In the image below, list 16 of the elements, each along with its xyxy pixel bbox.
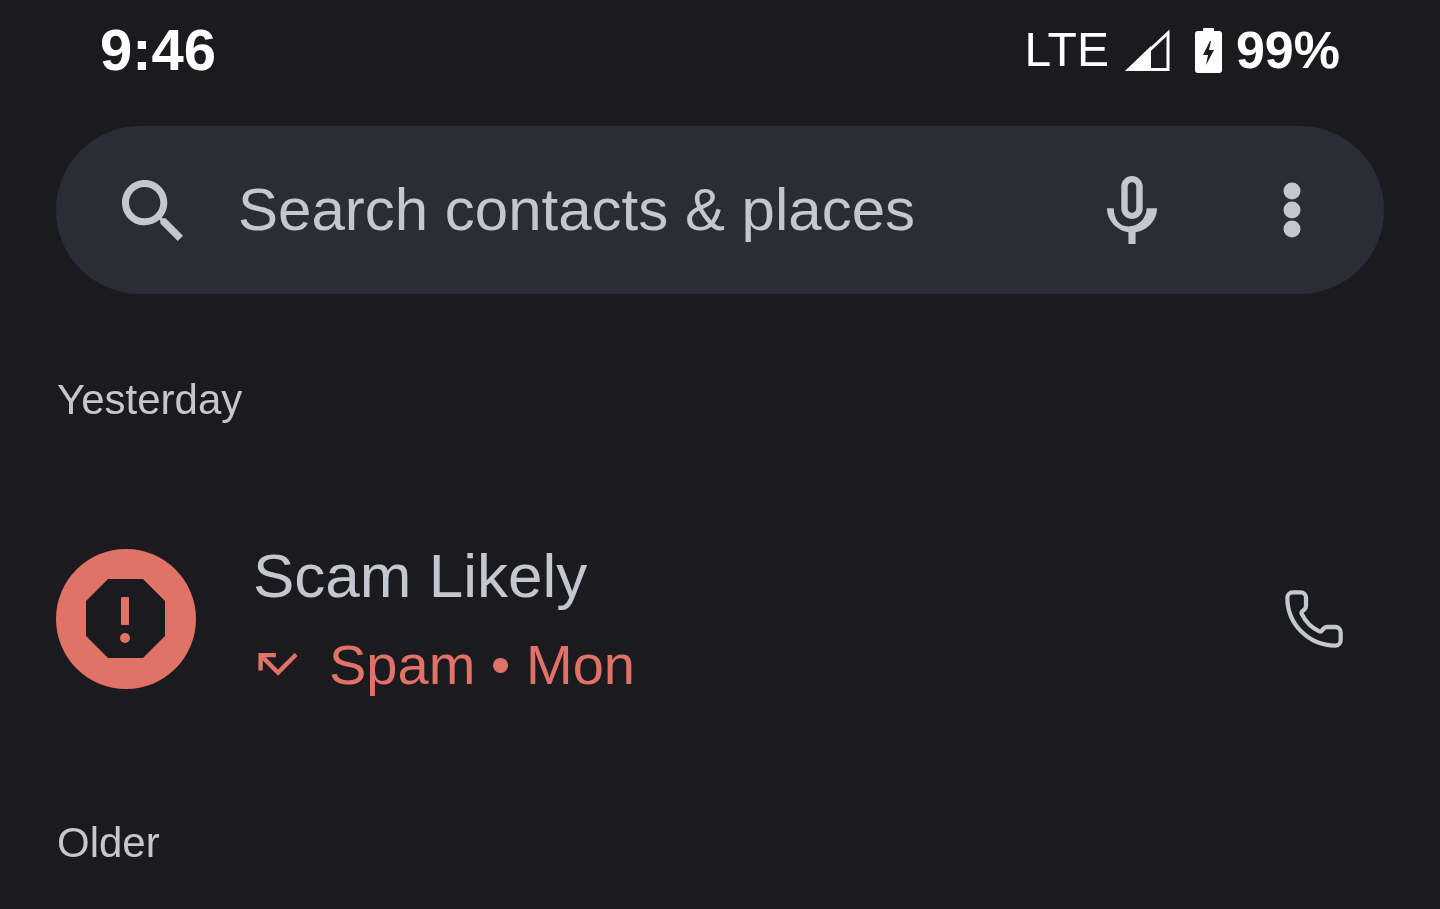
- microphone-icon: [1107, 176, 1157, 244]
- caller-name: Scam Likely: [253, 545, 589, 608]
- more-options-button[interactable]: [1283, 182, 1301, 238]
- search-bar[interactable]: Search contacts & places: [56, 126, 1384, 294]
- voice-search-button[interactable]: [1107, 176, 1157, 244]
- signal-strength-icon: [1124, 29, 1170, 71]
- search-field[interactable]: Search contacts & places: [238, 170, 1087, 250]
- section-heading: Yesterday: [57, 375, 243, 425]
- battery-charging-icon: [1194, 27, 1222, 73]
- call-detail: Spam • Mon: [329, 637, 635, 694]
- search-icon: [122, 179, 183, 241]
- status-time: 9:46: [100, 21, 217, 79]
- section-heading: Older: [57, 818, 160, 869]
- more-vertical-icon: [1283, 182, 1301, 238]
- battery-percent: 99%: [1235, 24, 1340, 76]
- network-type: LTE: [1024, 26, 1109, 74]
